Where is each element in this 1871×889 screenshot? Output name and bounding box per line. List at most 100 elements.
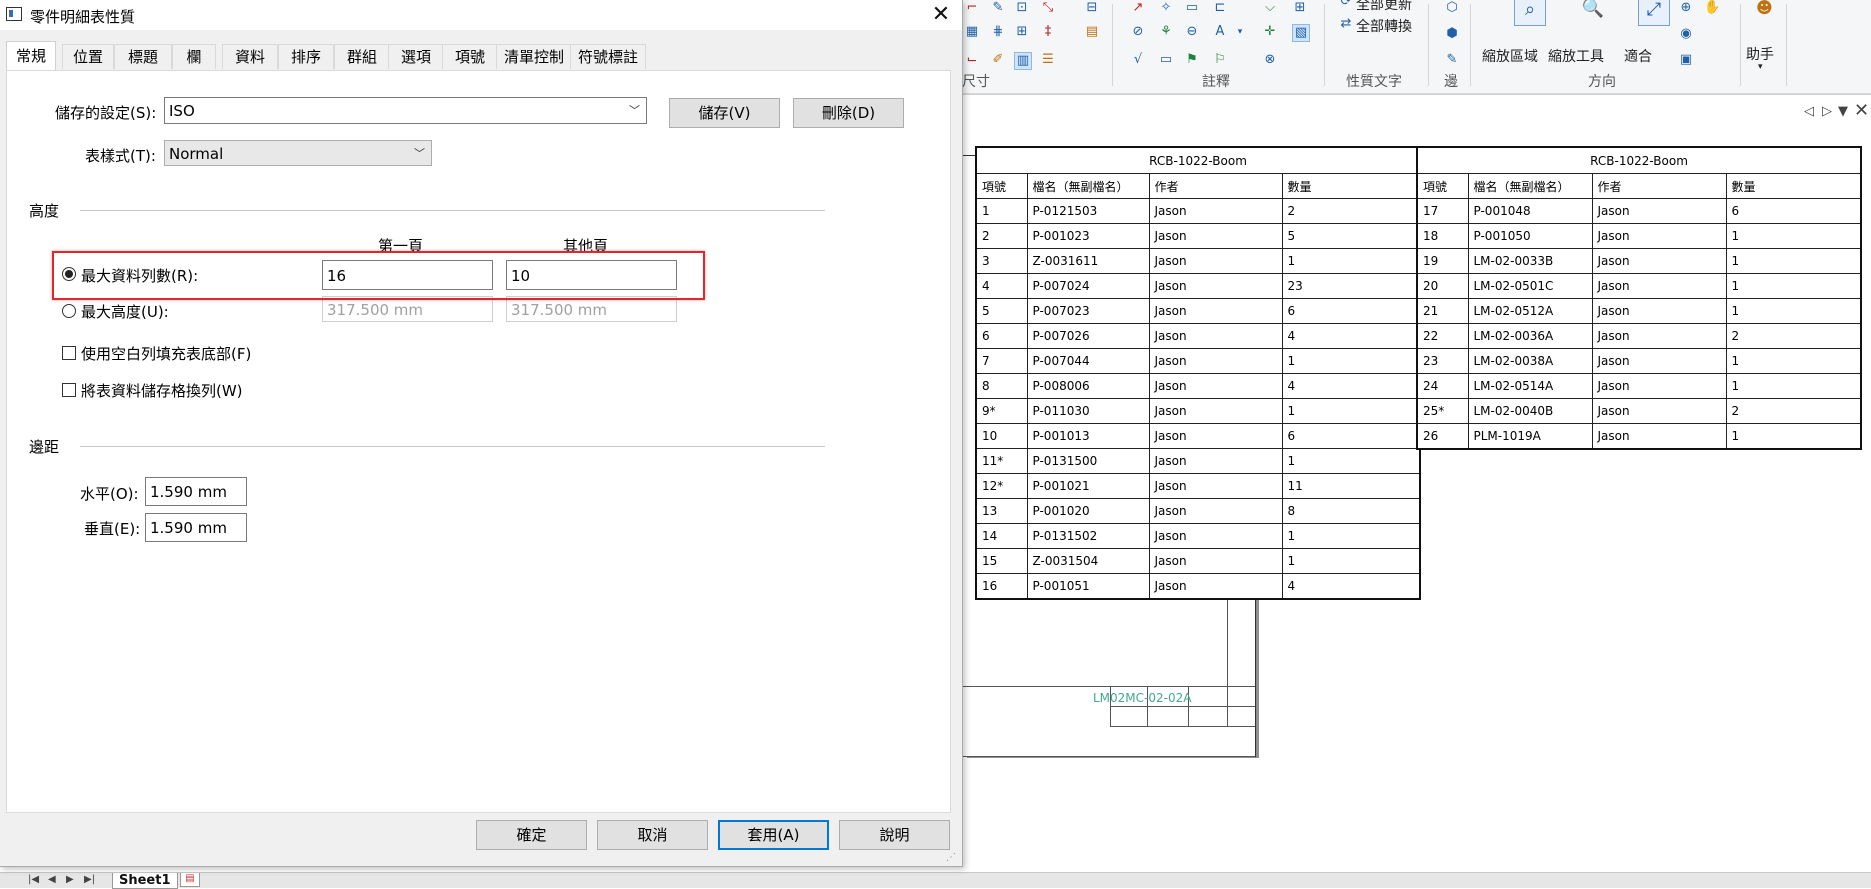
convert-all-button[interactable]: 全部轉換 — [1356, 16, 1412, 36]
document-close-icon[interactable]: ✕ — [1854, 100, 1869, 121]
zoom-area-button[interactable]: 縮放區域 — [1482, 46, 1538, 66]
pencil-icon[interactable]: ✐ — [990, 52, 1006, 68]
box-icon[interactable]: ⬢ — [1444, 26, 1460, 42]
table-row[interactable]: 21 LM-02-0512A Jason 1 — [1416, 298, 1862, 324]
pan-icon[interactable]: ✋ — [1704, 0, 1720, 16]
tab-columns[interactable]: 欄 — [172, 44, 216, 69]
table-row[interactable]: 22 LM-02-0036A Jason 2 — [1416, 323, 1862, 349]
table-row[interactable]: 16 P-001051 Jason 4 — [975, 573, 1421, 600]
close-icon[interactable]: ✕ — [929, 2, 953, 27]
finish-icon[interactable]: √ — [1130, 52, 1146, 68]
table-row[interactable]: 15 Z-0031504 Jason 1 — [975, 548, 1421, 574]
table-row[interactable]: 11* P-0131500 Jason 1 — [975, 448, 1421, 474]
fill-blank-rows-checkbox[interactable] — [62, 346, 76, 360]
help-button[interactable]: 說明 — [839, 820, 950, 850]
dropdown-icon[interactable]: ▾ — [1232, 24, 1248, 40]
table-row[interactable]: 20 LM-02-0501C Jason 1 — [1416, 273, 1862, 299]
chamfer-icon[interactable]: ⌙ — [964, 52, 980, 68]
table-row[interactable]: 24 LM-02-0514A Jason 1 — [1416, 373, 1862, 399]
symbol-icon[interactable]: ▭ — [1158, 52, 1174, 68]
format-icon[interactable]: ⊞ — [1292, 0, 1308, 16]
tab-general[interactable]: 常規 — [6, 41, 56, 70]
chevron-down-icon[interactable]: ﹀ — [414, 141, 425, 167]
zoom-tool-button[interactable]: 縮放工具 — [1548, 46, 1604, 66]
horizontal-margin-input[interactable]: 1.590 mm — [145, 477, 247, 506]
tab-list-control[interactable]: 清單控制 — [496, 44, 572, 69]
zoom-area-icon[interactable]: ⌕ — [1514, 0, 1546, 26]
table-row[interactable]: 7 P-007044 Jason 1 — [975, 348, 1421, 374]
vertical-margin-input[interactable]: 1.590 mm — [145, 513, 247, 542]
resize-grip-icon[interactable]: ⋰ — [946, 852, 956, 863]
text-box-icon[interactable]: ▭ — [1184, 0, 1200, 16]
tab-position[interactable]: 位置 — [62, 44, 114, 69]
last-sheet-icon[interactable]: ▶| — [84, 874, 95, 885]
tab-title[interactable]: 標題 — [114, 44, 172, 69]
saved-settings-combo[interactable]: ISO ﹀ — [164, 97, 647, 124]
bom-table-page-1[interactable]: RCB-1022-Boom 項號 檔名（無副檔名） 作者 數量 1 P-01215… — [975, 146, 1422, 600]
align-icon[interactable]: ⊡ — [1014, 0, 1030, 16]
table-row[interactable]: 9* P-011030 Jason 1 — [975, 398, 1421, 424]
convert-all-icon[interactable]: ⇄ — [1338, 16, 1354, 32]
tab-item-numbers[interactable]: 項號 — [442, 44, 498, 69]
text-icon[interactable]: A — [1212, 24, 1228, 40]
tab-symbol-annotation[interactable]: 符號標註 — [570, 44, 646, 69]
table-row[interactable]: 18 P-001050 Jason 1 — [1416, 223, 1862, 249]
table-row[interactable]: 8 P-008006 Jason 4 — [975, 373, 1421, 399]
assistant-button[interactable]: 助手 — [1746, 44, 1774, 64]
target-icon[interactable]: ⊗ — [1262, 52, 1278, 68]
table-row[interactable]: 3 Z-0031611 Jason 1 — [975, 248, 1421, 274]
view-icon[interactable]: ◉ — [1678, 26, 1694, 42]
table-row[interactable]: 10 P-001013 Jason 6 — [975, 423, 1421, 449]
leader-icon[interactable]: ↗ — [1130, 0, 1146, 16]
table-row[interactable]: 4 P-007024 Jason 23 — [975, 273, 1421, 299]
sheet-icon[interactable]: ▣ — [1678, 52, 1694, 68]
wrap-cell-text-checkbox[interactable] — [62, 383, 76, 397]
cancel-button[interactable]: 取消 — [597, 820, 708, 850]
max-height-radio[interactable] — [62, 304, 76, 318]
callout-icon[interactable]: ⊏ — [1212, 0, 1228, 16]
chevron-down-icon[interactable]: ﹀ — [629, 98, 640, 124]
dialog-titlebar[interactable]: 零件明細表性質 ✕ — [0, 0, 962, 30]
edge-edit-icon[interactable]: ✎ — [1444, 52, 1460, 68]
table-row[interactable]: 26 PLM-1019A Jason 1 — [1416, 423, 1862, 450]
weld-icon[interactable]: ⚘ — [1158, 24, 1174, 40]
table-row[interactable]: 13 P-001020 Jason 8 — [975, 498, 1421, 524]
report-icon[interactable]: ▤ — [1084, 24, 1100, 40]
new-sheet-icon[interactable]: ▤ — [180, 873, 200, 887]
hatch-icon[interactable]: ▧ — [1292, 24, 1310, 42]
next-sheet-icon[interactable]: ▶ — [66, 874, 74, 885]
table-row[interactable]: 5 P-007023 Jason 6 — [975, 298, 1421, 324]
bom-table-page-2[interactable]: RCB-1022-Boom 項號 檔名（無副檔名） 作者 數量 17 P-0010… — [1416, 146, 1863, 450]
table-row[interactable]: 19 LM-02-0033B Jason 1 — [1416, 248, 1862, 274]
table-row[interactable]: 1 P-0121503 Jason 2 — [975, 198, 1421, 224]
update-all-icon[interactable]: ⟳ — [1338, 0, 1354, 10]
apply-button[interactable]: 套用(A) — [718, 820, 829, 850]
table-row[interactable]: 2 P-001023 Jason 5 — [975, 223, 1421, 249]
table-row[interactable]: 17 P-001048 Jason 6 — [1416, 198, 1862, 224]
ok-button[interactable]: 確定 — [476, 820, 587, 850]
stack-icon[interactable]: ⊟ — [1084, 0, 1100, 16]
zoom-in-icon[interactable]: ⊕ — [1678, 0, 1694, 16]
menu-down-icon[interactable]: ▼ — [1838, 104, 1848, 119]
update-all-button[interactable]: 全部更新 — [1356, 0, 1412, 14]
table-icon[interactable]: ▦ — [964, 24, 980, 40]
assistant-dropdown-icon[interactable]: ▾ — [1758, 62, 1763, 72]
grid-icon[interactable]: ⋕ — [990, 24, 1006, 40]
tab-grouping[interactable]: 群組 — [334, 44, 390, 69]
table-row[interactable]: 25* LM-02-0040B Jason 2 — [1416, 398, 1862, 424]
tag-icon[interactable]: ⚐ — [1212, 52, 1228, 68]
list-icon[interactable]: ☰ — [1040, 52, 1056, 68]
table-row[interactable]: 6 P-007026 Jason 4 — [975, 323, 1421, 349]
centerline-icon[interactable]: ✛ — [1262, 24, 1278, 40]
fit-button[interactable]: 適合 — [1624, 46, 1652, 66]
zoom-tool-icon[interactable]: 🔍 — [1578, 0, 1608, 24]
prev-sheet-icon[interactable]: ◀ — [48, 874, 56, 885]
dimension-icon[interactable]: ⌐ — [964, 0, 980, 16]
tolerance-icon[interactable]: ‡ — [1040, 24, 1056, 40]
scroll-left-icon[interactable]: ◁ — [1804, 104, 1814, 119]
table-row[interactable]: 23 LM-02-0038A Jason 1 — [1416, 348, 1862, 374]
bom-table-icon[interactable]: ▥ — [1014, 52, 1032, 70]
save-button[interactable]: 儲存(V) — [669, 98, 780, 128]
edit-icon[interactable]: ✎ — [990, 0, 1006, 16]
table-row[interactable]: 12* P-001021 Jason 11 — [975, 473, 1421, 499]
